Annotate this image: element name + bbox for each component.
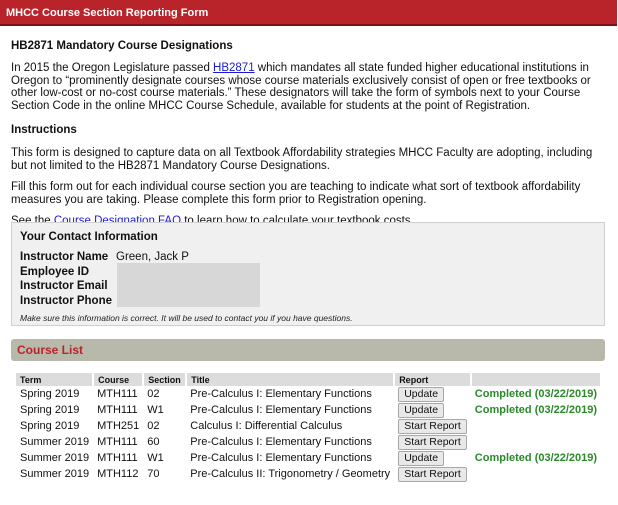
cell-title: Calculus I: Differential Calculus xyxy=(190,420,343,432)
cell-status xyxy=(471,418,601,434)
cell-report: Update xyxy=(394,450,471,466)
cell-section: W1 xyxy=(147,404,164,416)
cell-section: 02 xyxy=(147,388,160,400)
cell-term: Spring 2019 xyxy=(20,404,80,416)
update-button[interactable]: Update xyxy=(398,386,445,402)
cell-course: MTH111 xyxy=(97,436,138,448)
cell-section: 02 xyxy=(147,420,160,432)
contact-info-panel: Your Contact Information Instructor Name… xyxy=(11,222,605,326)
instructor-name-label: Instructor Name xyxy=(20,251,109,263)
column-header-report: Report xyxy=(394,373,472,386)
cell-report: Update xyxy=(394,402,471,418)
contact-row-employee-id: Employee ID xyxy=(20,265,596,280)
table-header-row: Term Course Section Title Report xyxy=(16,373,603,386)
instructions-paragraph-2: Fill this form out for each individual c… xyxy=(11,181,581,206)
instructions-paragraph-1: This form is designed to capture data on… xyxy=(11,147,593,172)
table-row: Spring 2019 MTH111 W1 Pre-Calculus I: El… xyxy=(16,402,601,418)
cell-section: 60 xyxy=(147,436,160,448)
contact-info-title: Your Contact Information xyxy=(20,231,158,243)
intro-section: HB2871 Mandatory Course Designations In … xyxy=(11,39,609,228)
update-button[interactable]: Update xyxy=(398,402,445,418)
cell-title: Pre-Calculus I: Elementary Functions xyxy=(190,452,372,464)
intro-text-before: In 2015 the Oregon Legislature passed xyxy=(11,62,214,74)
column-header-title: Title xyxy=(186,373,396,386)
cell-course: MTH111 xyxy=(97,404,138,416)
cell-status: Completed (03/22/2019) xyxy=(474,404,598,416)
cell-status xyxy=(471,466,601,482)
update-button[interactable]: Update xyxy=(398,450,445,466)
cell-title: Pre-Calculus I: Elementary Functions xyxy=(190,388,372,400)
cell-title: Pre-Calculus I: Elementary Functions xyxy=(190,404,372,416)
cell-report: Start Report xyxy=(394,434,471,450)
cell-title: Pre-Calculus I: Elementary Functions xyxy=(190,436,372,448)
course-list-table: Term Course Section Title Report Spring … xyxy=(16,373,603,482)
course-list-title: Course List xyxy=(17,343,84,357)
table-row: Spring 2019 MTH111 02 Pre-Calculus I: El… xyxy=(16,386,601,402)
course-list-header: Course List xyxy=(11,339,605,361)
cell-report: Start Report xyxy=(394,466,471,482)
contact-row-phone: Instructor Phone xyxy=(20,294,596,309)
table-row: Summer 2019 MTH111 60 Pre-Calculus I: El… xyxy=(16,434,601,450)
cell-term: Summer 2019 xyxy=(20,452,90,464)
instructor-email-label: Instructor Email xyxy=(20,280,108,292)
cell-course: MTH111 xyxy=(97,388,138,400)
window-title-bar: MHCC Course Section Reporting Form xyxy=(0,0,617,26)
hb2871-link[interactable]: HB2871 xyxy=(213,62,255,74)
cell-status xyxy=(471,434,601,450)
cell-title: Pre-Calculus II: Trigonometry / Geometry xyxy=(190,468,391,480)
contact-row-email: Instructor Email xyxy=(20,279,596,294)
contact-note: Make sure this information is correct. I… xyxy=(20,313,353,323)
cell-term: Summer 2019 xyxy=(20,436,90,448)
instructions-heading: Instructions xyxy=(11,124,77,136)
column-header-section: Section xyxy=(143,373,188,386)
intro-paragraph: In 2015 the Oregon Legislature passed HB… xyxy=(11,62,609,112)
cell-term: Spring 2019 xyxy=(20,420,80,432)
table-row: Summer 2019 MTH112 70 Pre-Calculus II: T… xyxy=(16,466,601,482)
redacted-block xyxy=(117,263,260,307)
cell-term: Summer 2019 xyxy=(20,468,90,480)
start-report-button[interactable]: Start Report xyxy=(398,466,467,482)
start-report-button[interactable]: Start Report xyxy=(398,434,467,450)
contact-row-name: Instructor Name Green, Jack P xyxy=(20,250,596,265)
cell-status: Completed (03/22/2019) xyxy=(474,452,598,464)
cell-section: W1 xyxy=(147,452,164,464)
cell-status: Completed (03/22/2019) xyxy=(474,388,598,400)
column-header-status xyxy=(470,373,603,386)
cell-section: 70 xyxy=(147,468,160,480)
table-row: Spring 2019 MTH251 02 Calculus I: Differ… xyxy=(16,418,601,434)
cell-course: MTH112 xyxy=(97,468,139,480)
start-report-button[interactable]: Start Report xyxy=(398,418,467,434)
cell-report: Update xyxy=(394,386,471,402)
cell-course: MTH111 xyxy=(97,452,138,464)
intro-heading: HB2871 Mandatory Course Designations xyxy=(11,40,233,52)
cell-course: MTH251 xyxy=(97,420,140,432)
cell-report: Start Report xyxy=(394,418,471,434)
cell-term: Spring 2019 xyxy=(20,388,80,400)
column-header-course: Course xyxy=(93,373,145,386)
column-header-term: Term xyxy=(16,373,95,386)
table-row: Summer 2019 MTH111 W1 Pre-Calculus I: El… xyxy=(16,450,601,466)
instructor-phone-label: Instructor Phone xyxy=(20,294,113,307)
employee-id-label: Employee ID xyxy=(20,265,90,278)
window-title: MHCC Course Section Reporting Form xyxy=(6,7,209,19)
